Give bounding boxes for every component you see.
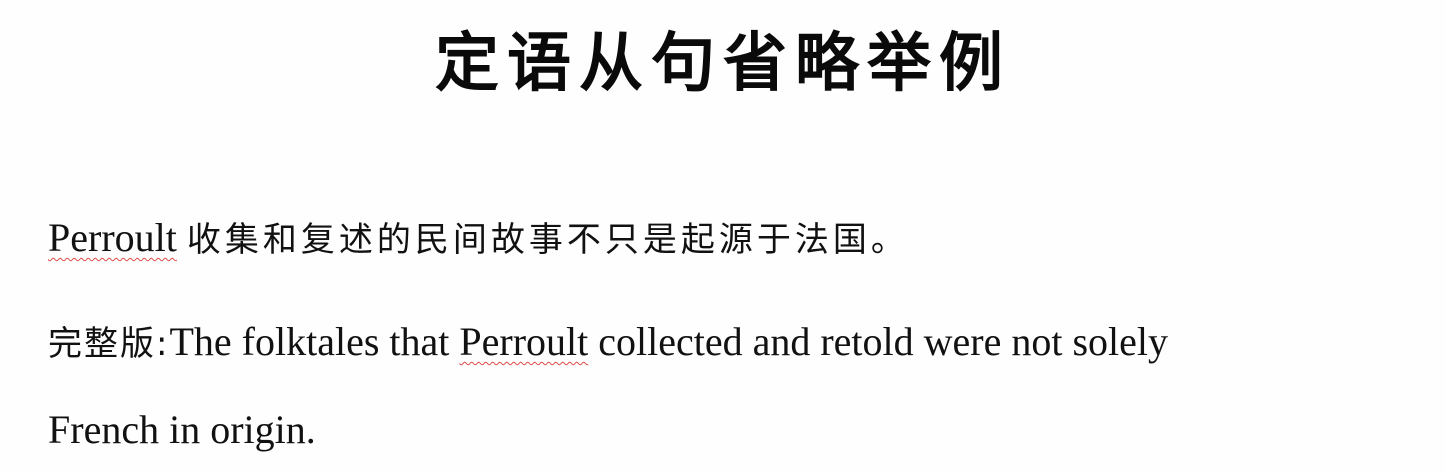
english-text-part2: collected and retold were not solely (588, 319, 1169, 364)
slide-page: 定语从句省略举例 Perroult 收集和复述的民间故事不只是起源于法国。 完整版… (0, 0, 1446, 472)
english-name-misspelled: Perroult (459, 319, 589, 364)
slide-title: 定语从句省略举例 (435, 26, 1011, 101)
english-text-part1: The folktales that (169, 319, 460, 364)
full-version-line-2: French in origin. (48, 407, 316, 452)
full-version-line-1: 完整版:The folktales that Perroult collecte… (48, 314, 1168, 372)
chinese-sentence-text: 收集和复述的民间故事不只是起源于法国。 (186, 220, 909, 260)
full-version-label: 完整版: (48, 324, 170, 364)
name-misspelled: Perroult (48, 215, 177, 260)
chinese-sentence: Perroult 收集和复述的民间故事不只是起源于法国。 (48, 210, 909, 268)
